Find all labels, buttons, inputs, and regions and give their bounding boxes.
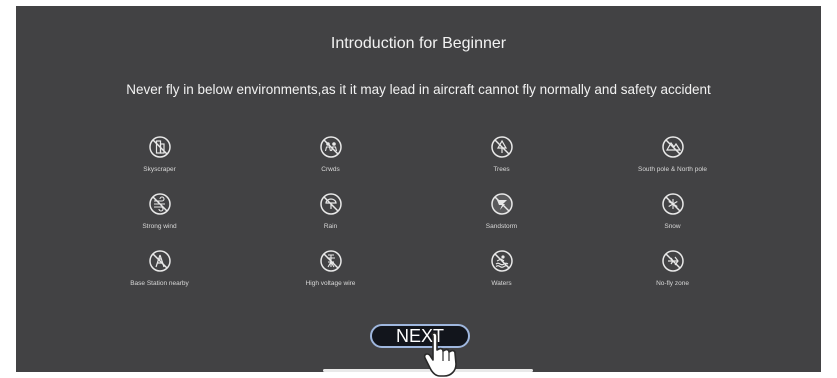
environment-item: No-fly zone	[587, 248, 758, 305]
snow-prohibited-icon	[660, 191, 686, 217]
environment-label: South pole & North pole	[637, 166, 708, 173]
base-station-prohibited-icon	[147, 248, 173, 274]
environment-label: Trees	[493, 166, 510, 173]
environment-item: Skyscraper	[74, 134, 245, 191]
environment-item: South pole & North pole	[587, 134, 758, 191]
warning-text: Never fly in below environments,as it it…	[126, 82, 711, 97]
poles-prohibited-icon	[660, 134, 686, 160]
environment-item: Sandstorm	[416, 191, 587, 248]
sandstorm-prohibited-icon	[489, 191, 515, 217]
environment-label: Strong wind	[142, 223, 177, 230]
environment-item: Rain	[245, 191, 416, 248]
skyscraper-prohibited-icon	[147, 134, 173, 160]
waters-prohibited-icon	[489, 248, 515, 274]
environment-item: Base Station nearby	[74, 248, 245, 305]
crowds-prohibited-icon	[318, 134, 344, 160]
high-voltage-wire-prohibited-icon	[318, 248, 344, 274]
no-fly-zone-prohibited-icon	[660, 248, 686, 274]
hand-cursor-icon	[418, 330, 472, 378]
trees-prohibited-icon	[489, 134, 515, 160]
page-title: Introduction for Beginner	[330, 35, 507, 52]
environment-label: Waters	[491, 280, 512, 287]
environment-item: Crwds	[245, 134, 416, 191]
environment-label: Snow	[664, 223, 681, 230]
environment-label: Rain	[323, 223, 338, 230]
environment-item: Waters	[416, 248, 587, 305]
strong-wind-prohibited-icon	[147, 191, 173, 217]
environment-label: Crwds	[321, 166, 340, 173]
environment-label: Sandstorm	[485, 223, 518, 230]
environment-label: Skyscraper	[143, 166, 176, 173]
environment-item: High voltage wire	[245, 248, 416, 305]
environment-item: Snow	[587, 191, 758, 248]
rain-prohibited-icon	[318, 191, 344, 217]
environment-label: Base Station nearby	[130, 280, 189, 287]
environment-grid: Skyscraper Crwds Trees South pole & Nort…	[74, 134, 758, 305]
environment-label: High voltage wire	[305, 280, 356, 287]
environment-item: Trees	[416, 134, 587, 191]
environment-label: No-fly zone	[656, 280, 689, 287]
environment-item: Strong wind	[74, 191, 245, 248]
beginner-intro-screen: Introduction for Beginner Never fly in b…	[16, 6, 821, 372]
